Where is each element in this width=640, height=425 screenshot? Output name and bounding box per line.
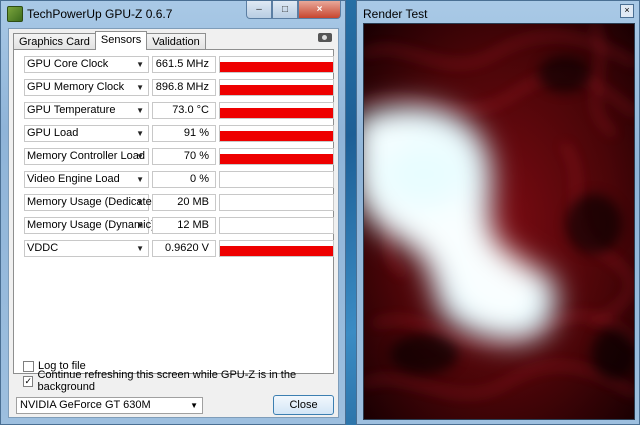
gpuz-titlebar[interactable]: TechPowerUp GPU-Z 0.6.7 – □ × <box>1 1 345 27</box>
sensor-graph <box>219 56 334 73</box>
render-test-title: Render Test <box>363 7 428 21</box>
chevron-down-icon: ▼ <box>136 152 144 161</box>
sensor-name-label: GPU Memory Clock <box>27 81 125 93</box>
sensor-value: 896.8 MHz <box>152 79 216 96</box>
continue-refresh-label: Continue refreshing this screen while GP… <box>37 369 297 393</box>
gpu-select-value: NVIDIA GeForce GT 630M <box>20 399 151 411</box>
render-canvas <box>363 23 635 420</box>
chevron-down-icon: ▼ <box>136 175 144 184</box>
sensors-panel: GPU Core Clock ▼ 661.5 MHz GPU Memory Clock… <box>13 49 334 374</box>
sensor-name-select[interactable]: GPU Memory Clock ▼ <box>24 79 149 96</box>
chevron-down-icon: ▼ <box>190 401 198 410</box>
continue-refresh-checkbox[interactable]: ✓ <box>23 375 34 387</box>
sensor-row: Memory Usage (Dedicated) ▼ 20 MB <box>24 194 334 212</box>
sensor-graph <box>219 79 334 96</box>
gpuz-app-icon <box>7 6 23 22</box>
chevron-down-icon: ▼ <box>136 60 144 69</box>
sensor-name-label: GPU Temperature <box>27 104 116 116</box>
sensor-name-select[interactable]: Memory Usage (Dynamic) ▼ <box>24 217 155 234</box>
sensor-value: 661.5 MHz <box>152 56 216 73</box>
sensor-graph <box>219 240 334 257</box>
sensor-name-select[interactable]: GPU Load ▼ <box>24 125 149 142</box>
window-controls: – □ × <box>246 1 341 20</box>
gpuz-client: Graphics Card Sensors Validation GPU Cor… <box>8 28 339 418</box>
sensor-graph <box>219 217 334 234</box>
sensor-graph <box>219 171 334 188</box>
sensor-name-label: VDDC <box>27 242 59 254</box>
close-icon: × <box>316 4 323 15</box>
maximize-icon: □ <box>281 4 289 15</box>
tab-sensors[interactable]: Sensors <box>94 31 148 50</box>
sensor-graph <box>219 125 334 142</box>
sensor-name-label: GPU Core Clock <box>27 58 109 70</box>
sensor-value: 70 % <box>152 148 216 165</box>
window-title: TechPowerUp GPU-Z 0.6.7 <box>27 7 173 21</box>
sensor-graph <box>219 102 334 119</box>
sensor-name-label: Memory Controller Load <box>27 150 145 162</box>
maximize-button[interactable]: □ <box>272 1 298 19</box>
sensor-value: 73.0 °C <box>152 102 216 119</box>
sensor-row: VDDC ▼ 0.9620 V <box>24 240 334 258</box>
close-window-button[interactable]: × <box>298 1 341 19</box>
sensor-graph-bar <box>220 154 333 164</box>
sensor-row: Video Engine Load ▼ 0 % <box>24 171 334 189</box>
sensor-value: 91 % <box>152 125 216 142</box>
tab-graphics-card[interactable]: Graphics Card <box>13 33 96 50</box>
sensor-name-select[interactable]: GPU Temperature ▼ <box>24 102 149 119</box>
render-image <box>364 24 634 419</box>
camera-icon[interactable] <box>318 33 332 42</box>
chevron-down-icon: ▼ <box>136 244 144 253</box>
sensor-name-select[interactable]: Memory Usage (Dedicated) ▼ <box>24 194 162 211</box>
sensor-graph-bar <box>220 131 333 141</box>
render-test-window: Render Test × <box>356 0 640 425</box>
sensor-graph-bar <box>220 62 333 72</box>
sensor-value: 12 MB <box>152 217 216 234</box>
chevron-down-icon: ▼ <box>136 198 144 207</box>
sensor-name-select[interactable]: VDDC ▼ <box>24 240 149 257</box>
sensor-row: GPU Temperature ▼ 73.0 °C <box>24 102 334 120</box>
tab-validation[interactable]: Validation <box>146 33 206 50</box>
sensor-name-label: GPU Load <box>27 127 79 139</box>
sensor-row: GPU Memory Clock ▼ 896.8 MHz <box>24 79 334 97</box>
sensor-value: 20 MB <box>152 194 216 211</box>
sensor-value: 0.9620 V <box>152 240 216 257</box>
sensor-graph-bar <box>220 108 333 118</box>
sensor-name-label: Video Engine Load <box>27 173 120 185</box>
sensor-row: GPU Load ▼ 91 % <box>24 125 334 143</box>
close-button[interactable]: Close <box>273 395 334 415</box>
sensor-graph-bar <box>220 246 333 256</box>
sensor-graph <box>219 148 334 165</box>
sensor-name-select[interactable]: GPU Core Clock ▼ <box>24 56 149 73</box>
sensor-row: Memory Usage (Dynamic) ▼ 12 MB <box>24 217 334 235</box>
sensor-row: GPU Core Clock ▼ 661.5 MHz <box>24 56 334 74</box>
gpu-select[interactable]: NVIDIA GeForce GT 630M ▼ <box>16 397 203 414</box>
minimize-button[interactable]: – <box>246 1 272 19</box>
chevron-down-icon: ▼ <box>136 221 144 230</box>
continue-refresh-row[interactable]: ✓ Continue refreshing this screen while … <box>23 369 338 393</box>
tab-strip: Graphics Card Sensors Validation <box>13 31 206 50</box>
minimize-icon: – <box>256 4 262 15</box>
sensor-name-select[interactable]: Memory Controller Load ▼ <box>24 148 149 165</box>
sensor-name-select[interactable]: Video Engine Load ▼ <box>24 171 149 188</box>
sensor-graph <box>219 194 334 211</box>
gpuz-window: TechPowerUp GPU-Z 0.6.7 – □ × Graphics C… <box>0 0 346 425</box>
sensor-graph-bar <box>220 85 333 95</box>
render-close-button[interactable]: × <box>620 4 634 18</box>
chevron-down-icon: ▼ <box>136 106 144 115</box>
sensor-row: Memory Controller Load ▼ 70 % <box>24 148 334 166</box>
sensor-value: 0 % <box>152 171 216 188</box>
chevron-down-icon: ▼ <box>136 129 144 138</box>
chevron-down-icon: ▼ <box>136 83 144 92</box>
log-to-file-checkbox[interactable] <box>23 360 34 372</box>
